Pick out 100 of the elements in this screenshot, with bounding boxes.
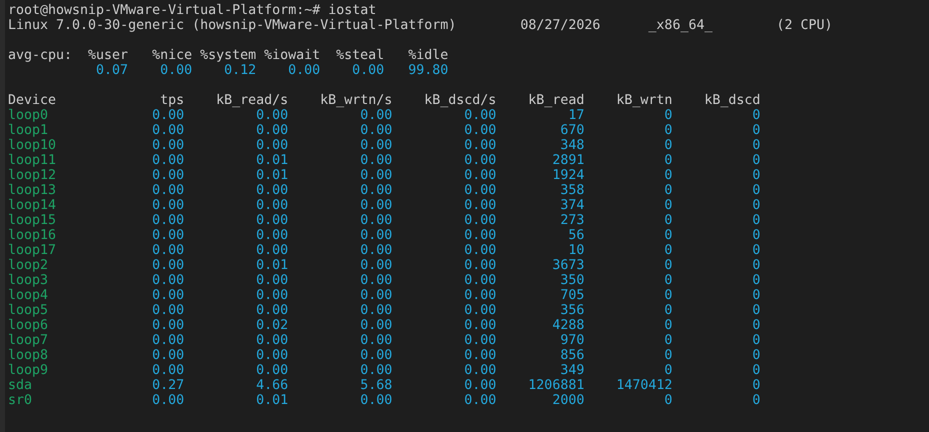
device-name: loop8	[8, 348, 48, 363]
device-name: loop3	[8, 273, 48, 288]
device-name: sda	[8, 378, 32, 393]
table-cell: 0.00	[464, 213, 496, 228]
table-cell: 0.00	[360, 123, 392, 138]
table-cell: 0	[664, 348, 672, 363]
column-header: kB_wrtn/s	[320, 93, 392, 108]
table-cell: 0.00	[152, 318, 184, 333]
table-cell: 0	[664, 213, 672, 228]
device-name: sr0	[8, 393, 32, 408]
table-cell: 0.00	[256, 333, 288, 348]
device-name: loop5	[8, 303, 48, 318]
table-cell: 0	[664, 303, 672, 318]
table-cell: 0	[752, 183, 760, 198]
device-name: loop11	[8, 153, 56, 168]
table-cell: 0.00	[464, 168, 496, 183]
table-cell: 0.00	[464, 378, 496, 393]
cpu-value: 0.07	[96, 63, 128, 78]
table-cell: 0	[664, 198, 672, 213]
table-cell: 0	[664, 228, 672, 243]
table-cell: 0.00	[464, 393, 496, 408]
table-cell: 0	[752, 228, 760, 243]
table-cell: 0	[664, 318, 672, 333]
table-cell: 350	[560, 273, 584, 288]
table-cell: 0.00	[360, 348, 392, 363]
table-cell: 0.00	[464, 333, 496, 348]
table-cell: 0.00	[256, 123, 288, 138]
table-cell: 348	[560, 138, 584, 153]
table-cell: 856	[560, 348, 584, 363]
table-cell: 0	[664, 108, 672, 123]
table-cell: 0.00	[464, 273, 496, 288]
table-cell: 0.00	[256, 228, 288, 243]
table-cell: 0.00	[152, 393, 184, 408]
table-cell: 0	[752, 123, 760, 138]
table-cell: 273	[560, 213, 584, 228]
device-name: loop15	[8, 213, 56, 228]
table-cell: 0.00	[256, 273, 288, 288]
table-cell: 1206881	[528, 378, 584, 393]
table-cell: 0.00	[360, 213, 392, 228]
table-cell: 0	[664, 243, 672, 258]
column-header: %iowait	[264, 48, 320, 63]
table-cell: 0	[752, 393, 760, 408]
table-cell: 0.00	[152, 213, 184, 228]
table-cell: 358	[560, 183, 584, 198]
table-cell: 0.00	[256, 108, 288, 123]
table-cell: 0.00	[464, 198, 496, 213]
table-cell: 0.00	[360, 258, 392, 273]
table-cell: 0.00	[464, 123, 496, 138]
date-text: 08/27/2026	[520, 18, 600, 33]
column-header: %nice	[152, 48, 192, 63]
table-cell: 0.00	[464, 258, 496, 273]
table-cell: 4.66	[256, 378, 288, 393]
table-cell: 0.00	[152, 153, 184, 168]
table-cell: 0	[752, 108, 760, 123]
device-name: loop16	[8, 228, 56, 243]
device-name: loop10	[8, 138, 56, 153]
table-cell: 0.00	[360, 168, 392, 183]
table-cell: 1924	[552, 168, 584, 183]
device-name: loop17	[8, 243, 56, 258]
table-cell: 0.00	[360, 303, 392, 318]
table-cell: 2000	[552, 393, 584, 408]
table-cell: 0	[752, 318, 760, 333]
table-cell: 2891	[552, 153, 584, 168]
table-cell: 0	[752, 288, 760, 303]
table-cell: 0.00	[464, 153, 496, 168]
table-cell: 705	[560, 288, 584, 303]
table-cell: 0.00	[152, 123, 184, 138]
column-header: Device	[8, 93, 56, 108]
table-cell: 0	[664, 123, 672, 138]
device-name: loop0	[8, 108, 48, 123]
table-cell: 0.00	[152, 333, 184, 348]
table-cell: 0.00	[464, 138, 496, 153]
table-cell: 0.00	[360, 183, 392, 198]
table-cell: 0	[752, 243, 760, 258]
device-name: loop13	[8, 183, 56, 198]
table-cell: 0.00	[464, 183, 496, 198]
table-cell: 0.27	[152, 378, 184, 393]
table-cell: 0.00	[360, 393, 392, 408]
table-cell: 0	[664, 153, 672, 168]
column-header: %steal	[336, 48, 384, 63]
table-cell: 0	[752, 198, 760, 213]
table-cell: 0.00	[152, 138, 184, 153]
table-cell: 0.00	[256, 243, 288, 258]
table-cell: 0	[752, 138, 760, 153]
table-cell: 0.02	[256, 318, 288, 333]
table-cell: 0	[664, 363, 672, 378]
arch-text: _x86_64_	[648, 18, 712, 33]
cpu-count: (2 CPU)	[776, 18, 833, 33]
table-cell: 0	[752, 363, 760, 378]
table-cell: 0.00	[256, 303, 288, 318]
table-cell: 0	[664, 168, 672, 183]
table-cell: 0.00	[256, 183, 288, 198]
table-cell: 0.00	[360, 198, 392, 213]
device-name: loop9	[8, 363, 48, 378]
cpu-value: 0.00	[352, 63, 384, 78]
column-header: kB_read/s	[216, 93, 288, 108]
column-header: %idle	[408, 48, 448, 63]
cpu-value: 0.12	[224, 63, 256, 78]
table-cell: 0	[752, 378, 760, 393]
table-cell: 0	[664, 258, 672, 273]
